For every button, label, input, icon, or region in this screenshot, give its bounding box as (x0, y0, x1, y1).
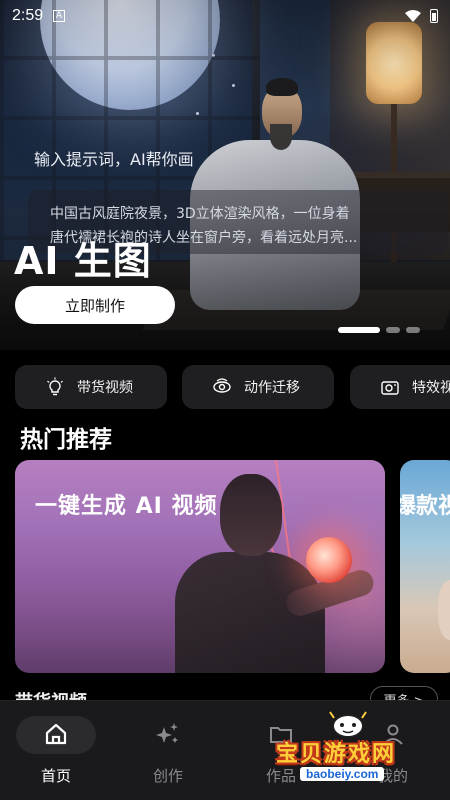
chip-label: 动作迁移 (244, 380, 300, 396)
make-now-button[interactable]: 立即制作 (15, 286, 175, 324)
notification-icon: A (53, 10, 66, 22)
feature-chips: 带货视频 动作迁移 特效视频 (0, 365, 450, 409)
watermark: 宝贝游戏网 baobeiy.com (268, 704, 450, 800)
carousel-indicator (338, 327, 420, 333)
tab-label: 首页 (40, 767, 71, 785)
carousel-dot[interactable] (386, 327, 400, 333)
section-title-hot: 热门推荐 (20, 427, 112, 453)
tab-home[interactable]: 首页 (11, 701, 101, 800)
chip-motion-transfer[interactable]: 动作迁移 (182, 365, 334, 409)
battery-icon (430, 9, 438, 23)
glowing-orb (306, 537, 352, 583)
motion-icon (213, 378, 231, 393)
card-person-head (220, 474, 282, 556)
prompt-label: 输入提示词，AI帮你画 (34, 150, 194, 169)
card-title: 一键生成 AI 视频 (35, 494, 218, 519)
feature-card-viral-video[interactable]: 爆款视频 (400, 460, 450, 673)
carousel-dot[interactable] (338, 327, 380, 333)
wifi-icon (405, 10, 421, 22)
carousel-dot[interactable] (406, 327, 420, 333)
chip-product-video[interactable]: 带货视频 (15, 365, 167, 409)
tab-label: 创作 (152, 767, 183, 785)
camera-icon (381, 381, 399, 395)
card-figure (438, 580, 450, 640)
hero-title: AI 生图 (14, 239, 152, 283)
home-icon (45, 723, 67, 745)
card-title: 爆款视频 (400, 494, 450, 519)
chip-label: 特效视频 (412, 380, 450, 396)
watermark-title: 宝贝游戏网 (276, 742, 397, 767)
sparkle-icon (156, 723, 178, 743)
chip-label: 带货视频 (77, 380, 133, 396)
feature-card-ai-video[interactable]: 一键生成 AI 视频 (15, 460, 385, 673)
tab-create[interactable]: 创作 (123, 701, 213, 800)
lightbulb-icon (47, 377, 63, 396)
status-bar: 2:59 A (0, 0, 450, 32)
prompt-line: 中国古风庭院夜景，3D立体渲染风格，一位身着 (50, 206, 350, 222)
chip-effects-video[interactable]: 特效视频 (350, 365, 450, 409)
status-time: 2:59 (12, 7, 44, 24)
hero-banner[interactable]: 2:59 A 输入提示词，AI帮你画 中国古风庭院夜景，3D立体渲染风格，一位身… (0, 0, 450, 350)
watermark-url: baobeiy.com (300, 767, 385, 781)
